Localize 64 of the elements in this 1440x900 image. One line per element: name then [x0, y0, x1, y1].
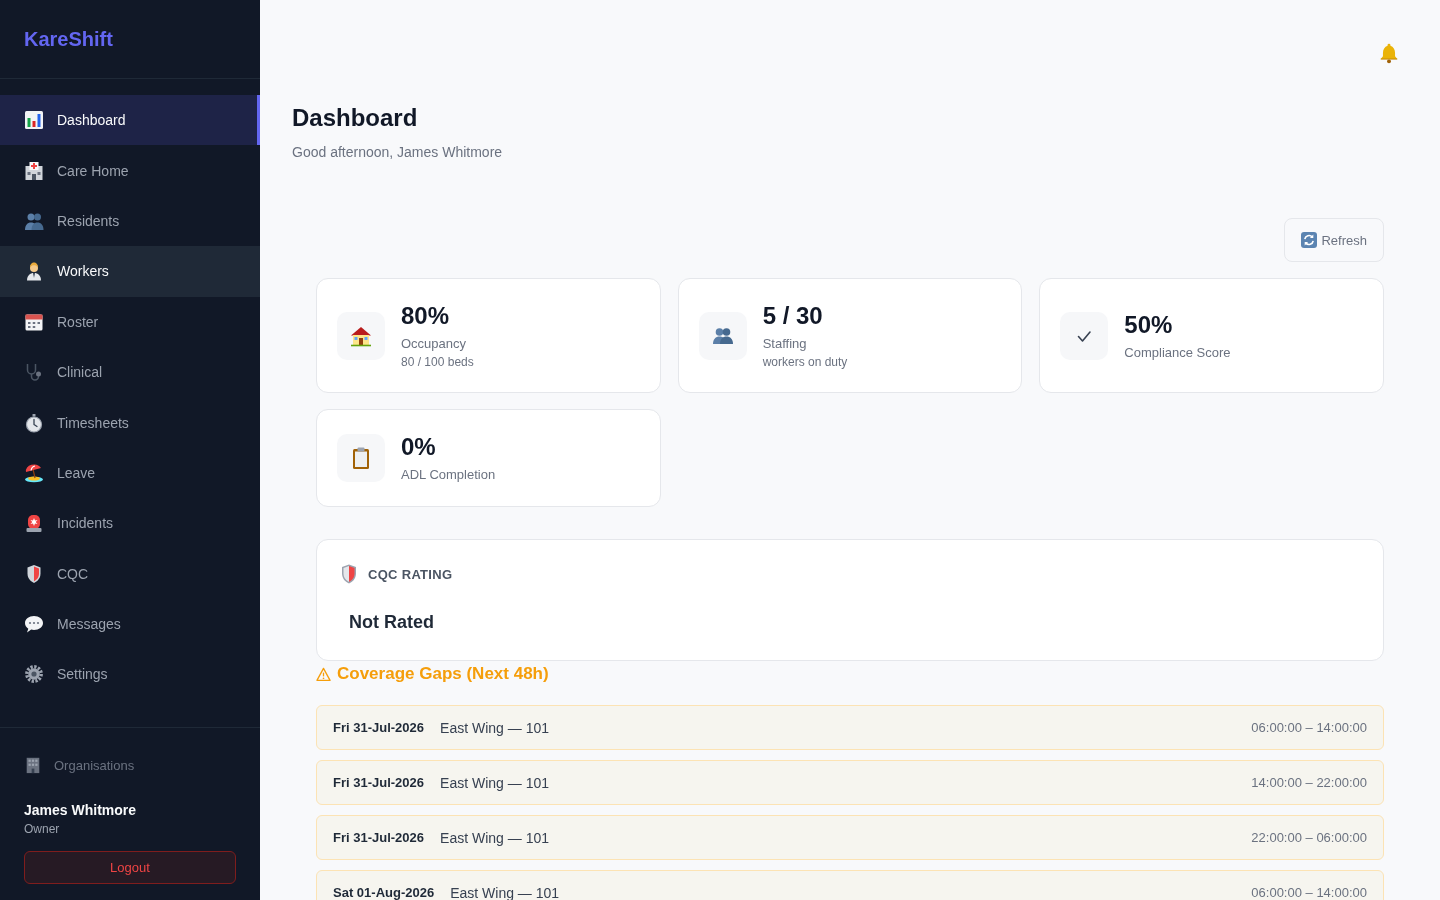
people-icon — [698, 311, 747, 360]
nav-item[interactable]: Timesheets — [0, 397, 260, 448]
clipboard-icon — [337, 434, 385, 482]
stat-detail: workers on duty — [762, 354, 848, 370]
stat-label: Occupancy — [401, 335, 467, 353]
user-role: Owner — [24, 821, 60, 838]
logout-button[interactable]: Logout — [24, 851, 236, 884]
shift-time: 14:00:00 – 22:00:00 — [1251, 774, 1367, 791]
nav-item[interactable]: Leave — [0, 447, 260, 499]
shift-date: Fri 31-Jul-2026 — [333, 719, 425, 736]
check-icon — [1060, 311, 1109, 360]
nav-item[interactable]: Clinical — [0, 346, 260, 398]
nav-item[interactable]: Incidents — [0, 498, 260, 549]
siren-icon — [24, 513, 44, 534]
stat-detail: 80 / 100 beds — [401, 354, 474, 370]
warning-icon — [316, 666, 331, 682]
building-icon — [24, 756, 42, 774]
nav-item[interactable]: Settings — [0, 649, 260, 700]
hospital-icon — [24, 160, 44, 181]
speech-bubble-icon — [24, 614, 44, 635]
stethoscope-icon — [24, 362, 44, 383]
shift-date: Fri 31-Jul-2026 — [333, 829, 425, 846]
stat-label: Staffing — [762, 335, 807, 353]
organisations-link[interactable]: Organisations — [24, 755, 135, 775]
shift-date: Fri 31-Jul-2026 — [333, 774, 425, 791]
greeting-text: Good afternoon, James Whitmore — [292, 143, 504, 162]
nav-item[interactable]: CQC — [0, 548, 260, 599]
shift-time: 22:00:00 – 06:00:00 — [1251, 829, 1367, 846]
stat-value: 80% — [401, 301, 450, 331]
rating-heading: CQC RATING — [368, 566, 453, 582]
stat-value: 50% — [1124, 309, 1173, 340]
app-logo: KareShift — [24, 27, 113, 51]
nav-item[interactable]: Residents — [0, 195, 260, 247]
shift-time: 06:00:00 – 14:00:00 — [1251, 719, 1367, 736]
nav-item[interactable]: Roster — [0, 296, 260, 347]
nav-item[interactable]: Messages — [0, 598, 260, 650]
shift-location: East Wing — 101 — [450, 884, 560, 900]
nav-item[interactable]: Workers — [0, 246, 260, 297]
refresh-icon — [1301, 232, 1318, 248]
shield-icon — [341, 564, 357, 584]
shift-date: Sat 01-Aug-2026 — [333, 884, 435, 900]
rating-value: Not Rated — [348, 611, 435, 634]
nav-item[interactable]: Care Home — [0, 145, 260, 196]
shift-time: 06:00:00 – 14:00:00 — [1251, 884, 1367, 900]
page-title: Dashboard — [292, 103, 419, 133]
stat-label: ADL Completion — [401, 466, 496, 484]
shift-location: East Wing — 101 — [440, 829, 549, 846]
shift-location: East Wing — 101 — [440, 719, 549, 736]
user-name: James Whitmore — [24, 801, 137, 820]
section-heading: Coverage Gaps (Next 48h) — [337, 664, 549, 684]
bar-chart-icon — [24, 110, 44, 131]
shield-icon — [24, 563, 44, 584]
house-icon — [337, 311, 385, 360]
refresh-button[interactable]: Refresh — [1284, 218, 1384, 262]
person-icon — [24, 261, 44, 282]
bell-icon[interactable] — [1378, 42, 1400, 64]
stat-value: 0% — [401, 432, 436, 462]
stat-value: 5 / 30 — [762, 301, 823, 331]
stopwatch-icon — [24, 412, 44, 433]
beach-umbrella-icon — [24, 462, 44, 483]
stat-label: Compliance Score — [1124, 343, 1231, 362]
nav-item[interactable]: Dashboard — [0, 95, 260, 146]
shift-location: East Wing — 101 — [440, 774, 549, 791]
gear-icon — [24, 664, 44, 685]
